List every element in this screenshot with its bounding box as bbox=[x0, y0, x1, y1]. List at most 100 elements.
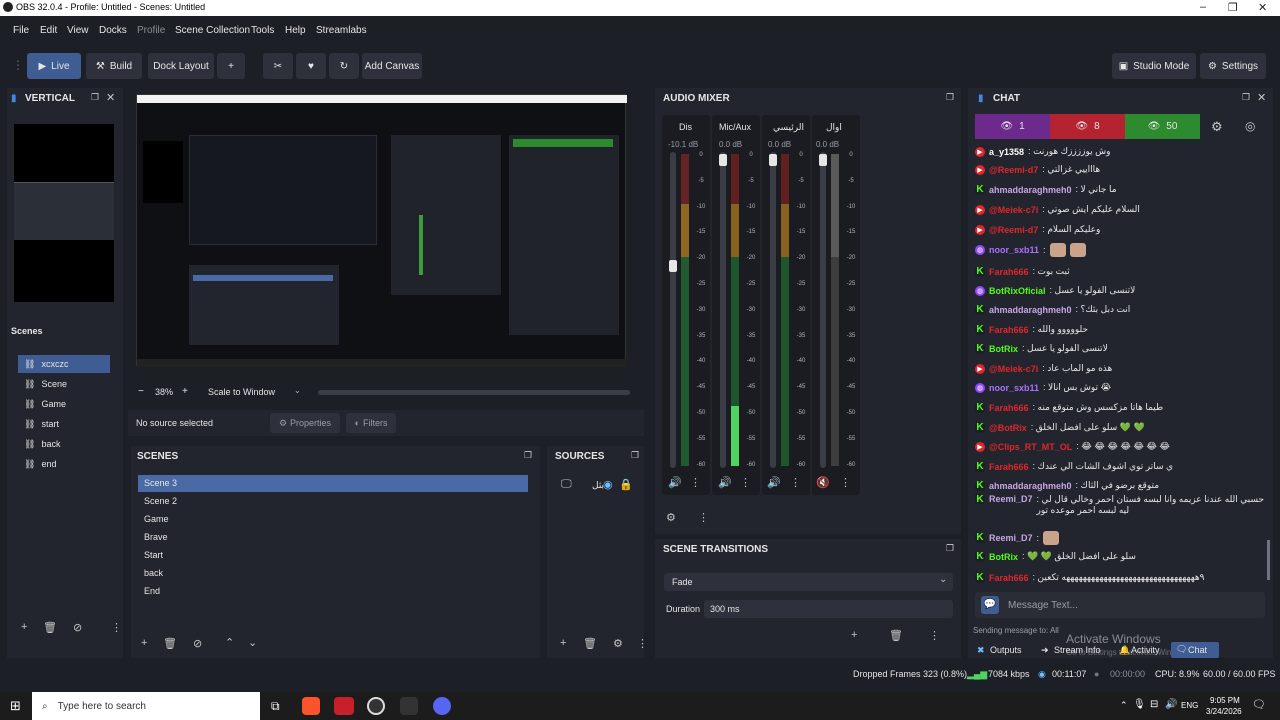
more-icon[interactable]: ⋮ bbox=[790, 476, 801, 489]
filter-icon[interactable]: ⊘ bbox=[73, 621, 82, 634]
dashboard-icon[interactable]: ◎ bbox=[1245, 119, 1255, 133]
more-icon[interactable]: ⋮ bbox=[637, 637, 648, 650]
add-transition-icon[interactable]: + bbox=[851, 629, 857, 641]
filters-button[interactable]: ◐ Filters bbox=[346, 413, 396, 433]
input-language[interactable]: ENG bbox=[1181, 701, 1198, 710]
menu-docks[interactable]: Docks bbox=[99, 25, 127, 36]
add-scene-icon[interactable]: + bbox=[141, 637, 147, 649]
chat-username[interactable]: ahmaddaraghmeh0 bbox=[989, 305, 1072, 315]
chat-username[interactable]: BotRix bbox=[989, 552, 1018, 562]
chat-username[interactable]: noor_sxb11 bbox=[989, 245, 1039, 255]
restore-icon[interactable]: ❐ bbox=[1228, 1, 1238, 14]
undock-icon[interactable]: ❐ bbox=[946, 543, 954, 554]
add-layout-button[interactable]: + bbox=[217, 53, 245, 79]
favorite-button[interactable]: ♥ bbox=[296, 53, 326, 79]
chevron-down-icon[interactable]: ⌄ bbox=[294, 386, 301, 395]
windows-start-icon[interactable]: ⊞ bbox=[10, 698, 21, 714]
speaker-icon[interactable]: 🔊 bbox=[668, 476, 682, 489]
scene-list-item[interactable]: Start bbox=[138, 547, 528, 564]
more-icon[interactable]: ⋮ bbox=[740, 476, 751, 489]
scene-list-item[interactable]: back bbox=[138, 565, 528, 582]
scene-list-item[interactable]: Brave bbox=[138, 529, 528, 546]
speaker-icon[interactable]: 🔊 bbox=[767, 476, 781, 489]
more-icon[interactable]: ⋮ bbox=[929, 629, 940, 642]
tray-chevron-icon[interactable]: ⌃ bbox=[1120, 700, 1128, 711]
chat-username[interactable]: @BotRix bbox=[989, 423, 1027, 433]
build-button[interactable]: ⚒ Build bbox=[86, 53, 142, 79]
move-up-icon[interactable]: ⌃ bbox=[225, 636, 234, 649]
close-dock-icon[interactable]: ✕ bbox=[1257, 91, 1266, 104]
chat-username[interactable]: Reemi_D7 bbox=[989, 533, 1033, 543]
scene-list-item[interactable]: Scene 2 bbox=[138, 493, 528, 510]
vertical-scene-item[interactable]: ⛓ xcxczc bbox=[18, 355, 110, 373]
more-icon[interactable]: ⋮ bbox=[840, 476, 851, 489]
scene-list-item[interactable]: Scene 3 bbox=[138, 475, 528, 492]
chat-username[interactable]: @Meiek-c7i bbox=[989, 205, 1038, 215]
trash-icon[interactable]: 🗑 bbox=[43, 621, 57, 634]
chat-username[interactable]: Farah666 bbox=[989, 403, 1029, 413]
menu-tools[interactable]: Tools bbox=[251, 25, 274, 36]
chat-username[interactable]: BotRixOficial bbox=[989, 286, 1046, 296]
chat-username[interactable]: Reemi_D7 bbox=[989, 494, 1033, 504]
trash-icon[interactable]: 🗑 bbox=[889, 629, 903, 642]
vertical-scene-item[interactable]: ⛓ start bbox=[18, 415, 110, 433]
viewer-count-kick[interactable]: 👁 50 bbox=[1125, 114, 1200, 139]
horizontal-scrollbar[interactable] bbox=[318, 390, 630, 395]
undock-icon[interactable]: ❐ bbox=[946, 92, 954, 103]
move-down-icon[interactable]: ⌄ bbox=[248, 636, 257, 649]
trash-icon[interactable]: 🗑 bbox=[163, 637, 177, 650]
undock-icon[interactable]: ❐ bbox=[91, 92, 99, 103]
chat-username[interactable]: @Reemi-d7 bbox=[989, 225, 1038, 235]
chat-username[interactable]: @Clips_RT_MT_OL bbox=[989, 442, 1072, 452]
volume-fader[interactable] bbox=[770, 152, 776, 468]
menu-file[interactable]: File bbox=[13, 25, 29, 36]
undock-icon[interactable]: ❐ bbox=[524, 450, 532, 461]
mic-icon[interactable]: 🎙 bbox=[1133, 699, 1146, 710]
fader-knob[interactable] bbox=[669, 260, 677, 272]
task-view-icon[interactable]: ⧉ bbox=[271, 699, 280, 714]
properties-button[interactable]: ⚙ Properties bbox=[270, 413, 340, 433]
tab-activity[interactable]: Activity bbox=[1131, 645, 1160, 655]
vertical-preview[interactable] bbox=[14, 124, 114, 302]
tools-button[interactable]: ✂ bbox=[263, 53, 293, 79]
chat-username[interactable]: a_y1358 bbox=[989, 147, 1024, 157]
fader-knob[interactable] bbox=[819, 154, 827, 166]
settings-button[interactable]: ⚙ Settings bbox=[1200, 53, 1266, 79]
live-button[interactable]: ▶ Live bbox=[27, 53, 81, 79]
chat-username[interactable]: noor_sxb11 bbox=[989, 383, 1039, 393]
vertical-scene-item[interactable]: ⛓ Scene bbox=[18, 375, 110, 393]
obs-icon[interactable] bbox=[367, 697, 385, 715]
close-icon[interactable]: ✕ bbox=[1258, 1, 1267, 14]
filter-icon[interactable]: ⊘ bbox=[193, 637, 202, 650]
more-icon[interactable]: ⋮ bbox=[690, 476, 701, 489]
chat-input[interactable]: 💬 Message Text... bbox=[975, 592, 1265, 618]
viewer-count-twitch[interactable]: 👁 1 bbox=[975, 114, 1050, 139]
gear-icon[interactable]: ⚙ bbox=[613, 637, 623, 650]
menu-help[interactable]: Help bbox=[285, 25, 306, 36]
preview-area[interactable] bbox=[128, 88, 768, 378]
volume-fader[interactable] bbox=[820, 152, 826, 468]
speaker-muted-icon[interactable]: 🔇 bbox=[816, 476, 830, 489]
eye-icon[interactable]: ◉ bbox=[603, 478, 613, 491]
volume-fader[interactable] bbox=[720, 152, 726, 468]
brave-icon[interactable] bbox=[302, 697, 320, 715]
tab-chat-active[interactable]: 🗨 Chat bbox=[1171, 642, 1219, 658]
gear-icon[interactable]: ⚙ bbox=[1211, 119, 1223, 135]
tab-stream-info[interactable]: Stream Info bbox=[1054, 645, 1101, 655]
menu-profile[interactable]: Profile bbox=[137, 25, 165, 36]
dock-layout-button[interactable]: Dock Layout bbox=[148, 53, 214, 79]
vertical-scene-item[interactable]: ⛓ Game bbox=[18, 395, 110, 413]
studio-mode-button[interactable]: ▣ Studio Mode bbox=[1112, 53, 1196, 79]
scene-list-item[interactable]: End bbox=[138, 583, 528, 600]
vertical-scene-item[interactable]: ⛓ end bbox=[18, 455, 110, 473]
undock-icon[interactable]: ❐ bbox=[631, 450, 639, 461]
refresh-button[interactable]: ↻ bbox=[329, 53, 359, 79]
network-icon[interactable]: ⊟ bbox=[1150, 699, 1158, 710]
preview-canvas[interactable] bbox=[136, 94, 627, 367]
chat-username[interactable]: ahmaddaraghmeh0 bbox=[989, 481, 1072, 491]
chat-username[interactable]: BotRix bbox=[989, 344, 1018, 354]
chat-scrollbar[interactable] bbox=[1267, 540, 1270, 580]
gear-icon[interactable]: ⚙ bbox=[666, 511, 676, 524]
duration-input[interactable]: 300 ms bbox=[704, 600, 953, 618]
chat-username[interactable]: @Reemi-d7 bbox=[989, 165, 1038, 175]
